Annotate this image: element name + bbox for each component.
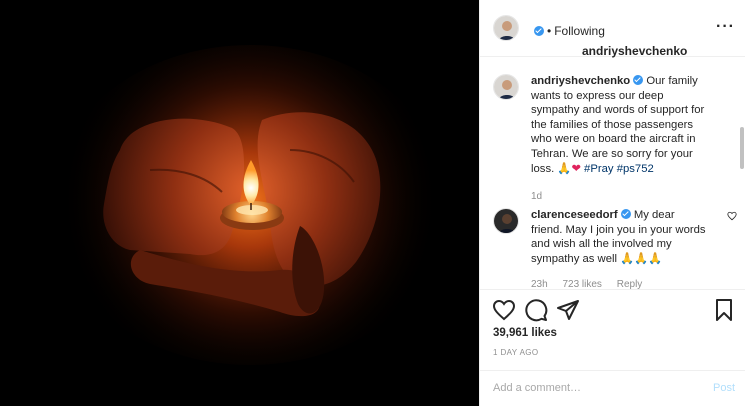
comments-list[interactable]: andriyshevchenko Our family wants to exp… <box>480 57 745 289</box>
comments-scrollbar[interactable] <box>740 127 744 169</box>
caption-hashtags[interactable]: #Pray #ps752 <box>584 163 654 175</box>
add-comment-input[interactable] <box>493 382 693 394</box>
red-heart-emoji: ❤ <box>571 162 581 175</box>
commenter-username[interactable]: clarenceseedorf <box>531 209 618 221</box>
author-line: andriyshevchenko • Following <box>531 22 687 58</box>
following-button[interactable]: Following <box>554 24 605 38</box>
verified-badge-icon <box>633 75 644 85</box>
caption-meta: 1d <box>531 191 554 202</box>
post-age[interactable]: 1 DAY AGO <box>493 348 539 357</box>
separator-dot: • <box>547 24 552 38</box>
post-header: andriyshevchenko • Following ··· <box>480 0 745 58</box>
comment-icon[interactable] <box>524 298 548 322</box>
praying-hands-emoji: 🙏🙏🙏 <box>620 252 663 265</box>
share-icon[interactable] <box>556 298 580 322</box>
commenter-avatar[interactable] <box>493 208 519 234</box>
caption-age[interactable]: 1d <box>531 191 542 202</box>
caption-body: Our family wants to express our deep sym… <box>531 75 705 175</box>
add-comment-row: Post <box>480 370 745 406</box>
comment-likes[interactable]: 723 likes <box>562 279 601 289</box>
comment-text: clarenceseedorf My dear friend. May I jo… <box>531 208 709 266</box>
instagram-post: andriyshevchenko • Following ··· andriyshe… <box>0 0 745 406</box>
author-username[interactable]: andriyshevchenko <box>582 44 687 58</box>
caption-username[interactable]: andriyshevchenko <box>531 75 630 87</box>
reply-button[interactable]: Reply <box>617 279 643 289</box>
more-options-icon[interactable]: ··· <box>716 18 735 36</box>
likes-count[interactable]: 39,961 likes <box>493 327 557 339</box>
caption-avatar[interactable] <box>493 74 519 100</box>
verified-badge-icon <box>620 209 631 219</box>
post-image[interactable] <box>0 0 479 406</box>
verified-badge-icon <box>534 26 544 36</box>
caption-text: andriyshevchenko Our family wants to exp… <box>531 74 709 176</box>
like-comment-heart-icon[interactable] <box>727 211 737 221</box>
comment-meta: 23h 723 likes Reply <box>531 279 654 289</box>
avatar-portrait-icon <box>494 209 518 233</box>
author-avatar[interactable] <box>493 15 519 41</box>
save-bookmark-icon[interactable] <box>712 298 736 322</box>
post-comment-button[interactable]: Post <box>713 382 735 394</box>
heart-icon[interactable] <box>492 298 516 322</box>
avatar-portrait-icon <box>494 16 518 40</box>
comment-age[interactable]: 23h <box>531 279 548 289</box>
post-actions: 39,961 likes 1 DAY AGO Post <box>480 289 745 406</box>
candle-in-hands-image <box>0 0 479 406</box>
avatar-portrait-icon <box>494 75 518 99</box>
post-side-panel: andriyshevchenko • Following ··· andriyshe… <box>479 0 745 406</box>
